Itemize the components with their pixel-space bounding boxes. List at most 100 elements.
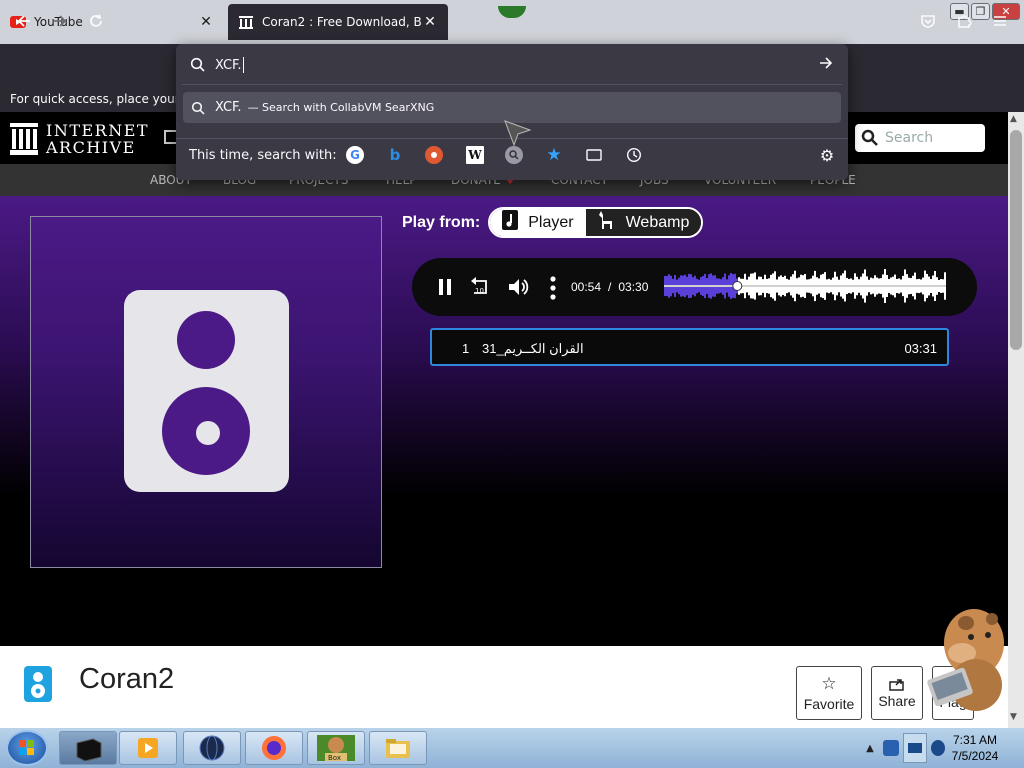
box-label: Box xyxy=(328,754,341,762)
search-with-label: This time, search with: xyxy=(189,148,337,163)
play-from: Play from: Player Webamp xyxy=(402,207,704,238)
history-clock-icon[interactable] xyxy=(625,146,643,164)
scroll-down-icon[interactable]: ▼ xyxy=(1010,712,1017,722)
player-option-label: Player xyxy=(528,213,574,231)
hamburger-icon xyxy=(994,16,1006,26)
popup-divider xyxy=(182,84,842,85)
bonzi-box-icon: Box xyxy=(317,735,355,762)
tab-coran2[interactable]: Coran2 : Free Download, Borro ✕ xyxy=(228,4,448,40)
time-separator: / xyxy=(608,280,612,294)
music-note-icon xyxy=(502,210,519,235)
archive-icon xyxy=(238,14,254,30)
folder-icon xyxy=(386,739,410,758)
duckduckgo-icon[interactable] xyxy=(425,146,443,164)
track-duration: 03:31 xyxy=(904,341,937,356)
archive-building-icon xyxy=(10,123,38,155)
speaker-icon xyxy=(124,290,289,492)
windows-logo-icon xyxy=(19,740,34,755)
svg-text:10: 10 xyxy=(475,287,484,295)
star-icon: ☆ xyxy=(821,674,837,693)
back-button[interactable] xyxy=(11,8,37,34)
close-tab-icon[interactable]: ✕ xyxy=(198,14,214,30)
scrollbar-thumb[interactable] xyxy=(1010,130,1022,350)
replay-10-icon: 10 xyxy=(471,277,487,295)
bing-icon[interactable]: b xyxy=(386,146,404,164)
play-from-toggle: Player Webamp xyxy=(488,207,704,238)
logo-line2: ARCHIVE xyxy=(46,138,136,157)
text-caret xyxy=(242,57,244,73)
current-time: 00:54 xyxy=(571,280,602,294)
search-settings-gear-icon[interactable]: ⚙ xyxy=(818,146,836,165)
favorite-label: Favorite xyxy=(803,696,855,712)
audio-cover xyxy=(30,216,382,568)
taskbar-media-player[interactable] xyxy=(119,731,177,765)
track-number: 1 xyxy=(462,341,470,356)
taskbar-globe[interactable] xyxy=(183,731,241,765)
pocket-button[interactable] xyxy=(915,8,941,34)
go-arrow-icon xyxy=(820,57,833,69)
show-hidden-icons-icon[interactable]: ▲ xyxy=(862,743,878,754)
taskbar-explorer[interactable] xyxy=(369,731,427,765)
forward-arrow-icon xyxy=(54,15,67,27)
volume-button[interactable] xyxy=(508,277,530,302)
taskbar-terminal[interactable] xyxy=(59,731,117,765)
search-placeholder: Search xyxy=(885,130,934,146)
mouse-cursor-icon xyxy=(504,120,532,146)
search-icon xyxy=(190,57,205,72)
seek-track xyxy=(664,285,946,287)
menu-button[interactable] xyxy=(987,8,1013,34)
suggestion-engine: — Search with CollabVM SearXNG xyxy=(247,101,435,114)
searxng-icon[interactable] xyxy=(505,146,523,164)
back-arrow-icon xyxy=(17,15,30,27)
seek-handle[interactable] xyxy=(732,281,743,291)
start-button[interactable] xyxy=(6,730,48,766)
wikipedia-icon[interactable]: W xyxy=(466,146,484,164)
search-icon xyxy=(191,101,205,115)
pause-button[interactable] xyxy=(437,278,453,301)
media-player-icon xyxy=(138,738,158,758)
search-suggestion[interactable]: XCF. — Search with CollabVM SearXNG xyxy=(183,92,841,123)
archive-search-input[interactable]: Search xyxy=(855,124,985,152)
track-name: القران الكــريم_31 xyxy=(482,341,584,356)
forward-button[interactable] xyxy=(47,8,73,34)
more-options-button[interactable] xyxy=(549,276,557,305)
clock-time: 7:31 AM xyxy=(952,733,998,747)
puzzle-icon xyxy=(958,15,972,28)
archive-logo[interactable]: INTERNET ARCHIVE xyxy=(10,122,149,156)
taskbar-clock[interactable]: 7:31 AM 7/5/2024 xyxy=(940,732,1010,764)
pause-icon xyxy=(439,279,451,295)
url-input[interactable]: XCF. xyxy=(182,49,842,81)
tab-title: Coran2 : Free Download, Borro xyxy=(262,15,422,29)
network-icon[interactable] xyxy=(883,740,899,756)
total-time: 03:30 xyxy=(618,280,649,294)
bonzi-mascot-icon[interactable] xyxy=(916,603,1008,713)
extensions-button[interactable] xyxy=(951,8,977,34)
webamp-option[interactable]: Webamp xyxy=(585,209,702,236)
firefox-icon xyxy=(262,736,286,760)
kebab-menu-icon xyxy=(550,276,556,300)
tabs-icon[interactable] xyxy=(585,146,603,164)
google-icon[interactable]: G xyxy=(346,146,364,164)
bookmarks-star-icon[interactable]: ★ xyxy=(545,145,563,165)
audio-type-icon xyxy=(24,666,52,706)
item-title: Coran2 xyxy=(79,663,175,695)
playlist-track[interactable]: 1 القران الكــريم_31 03:31 xyxy=(430,328,949,366)
rewind-10-button[interactable]: 10 xyxy=(469,277,491,302)
logo-line1: INTERNET xyxy=(46,121,150,140)
taskbar-firefox[interactable] xyxy=(245,731,303,765)
scroll-up-icon[interactable]: ▲ xyxy=(1010,114,1017,124)
favorite-button[interactable]: ☆ Favorite xyxy=(796,666,862,720)
close-tab-icon[interactable]: ✕ xyxy=(422,14,438,30)
llama-icon xyxy=(598,210,616,235)
volume-icon xyxy=(509,279,529,295)
play-from-label: Play from: xyxy=(402,213,481,231)
player-option[interactable]: Player xyxy=(490,209,586,236)
globe-icon xyxy=(199,735,225,761)
go-button[interactable] xyxy=(818,55,834,75)
search-icon xyxy=(861,129,878,146)
taskbar-bonzi[interactable]: Box xyxy=(307,731,365,765)
share-icon xyxy=(889,679,904,691)
action-center-icon[interactable] xyxy=(903,733,927,763)
reload-button[interactable] xyxy=(83,8,109,34)
waveform-seekbar[interactable] xyxy=(664,269,946,303)
